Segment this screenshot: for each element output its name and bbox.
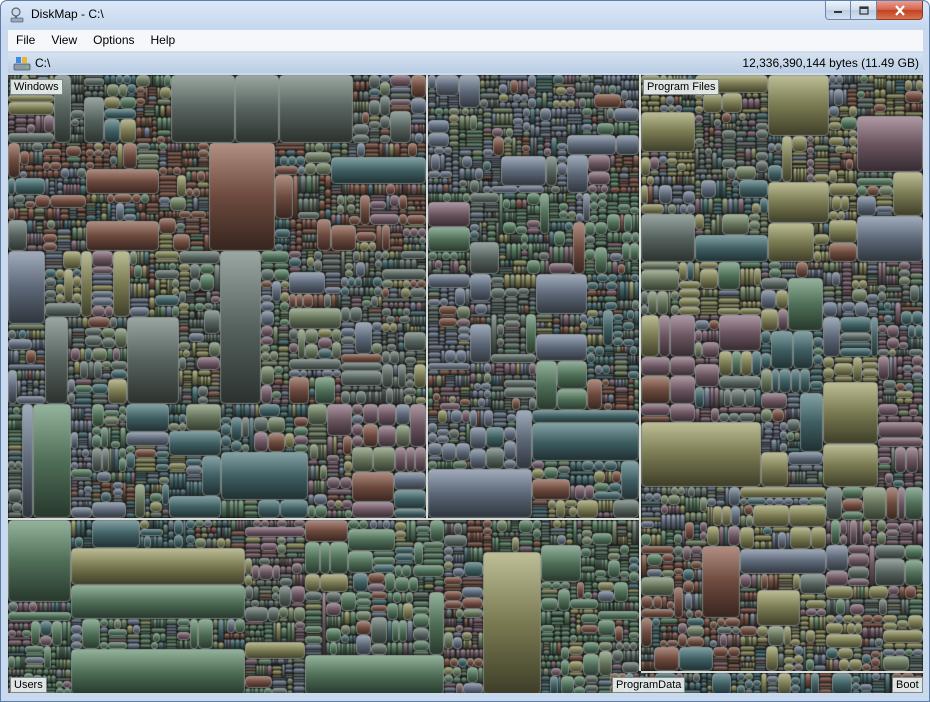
- minimize-button[interactable]: [825, 1, 851, 20]
- window-controls: [825, 1, 923, 21]
- treemap-region-program-files[interactable]: Program Files: [641, 75, 923, 671]
- minimize-icon: [834, 11, 842, 13]
- menu-bar: File View Options Help: [8, 30, 923, 52]
- region-divider: [641, 671, 923, 673]
- treemap-label-users: Users: [10, 677, 47, 693]
- treemap-label-programdata: ProgramData: [612, 677, 686, 693]
- window-title: DiskMap - C:\: [31, 7, 104, 21]
- maximize-button[interactable]: [851, 1, 877, 20]
- window-border: [1, 693, 929, 701]
- close-icon: [894, 4, 905, 16]
- treemap-view[interactable]: Windows Program Files Users ProgramData …: [8, 75, 923, 695]
- region-divider: [639, 75, 641, 671]
- total-size: 12,336,390,144 bytes (11.49 GB): [742, 56, 919, 70]
- treemap-region-users[interactable]: Users: [8, 520, 639, 695]
- disk-magnifier-icon: [10, 7, 24, 23]
- maximize-icon: [858, 5, 869, 15]
- app-window: DiskMap - C:\ File View Options Help C:\…: [0, 0, 930, 702]
- treemap-label-boot: Boot: [892, 677, 923, 693]
- treemap-region-windows[interactable]: Windows: [8, 75, 639, 518]
- treemap-label-program-files: Program Files: [643, 79, 720, 95]
- current-path: C:\: [35, 56, 51, 70]
- menu-view[interactable]: View: [43, 30, 85, 51]
- title-bar[interactable]: DiskMap - C:\: [1, 1, 929, 29]
- close-button[interactable]: [877, 1, 923, 20]
- treemap-label-windows: Windows: [10, 79, 63, 95]
- menu-options[interactable]: Options: [85, 30, 142, 51]
- menu-help[interactable]: Help: [143, 30, 184, 51]
- region-divider: [426, 75, 428, 518]
- treemap-region-boot[interactable]: Boot: [892, 673, 923, 695]
- menu-file[interactable]: File: [8, 30, 43, 51]
- drive-folder-icon: [13, 57, 31, 71]
- region-divider: [8, 518, 639, 520]
- path-bar: C:\ 12,336,390,144 bytes (11.49 GB): [8, 53, 923, 73]
- treemap-region-programdata[interactable]: ProgramData: [610, 673, 890, 695]
